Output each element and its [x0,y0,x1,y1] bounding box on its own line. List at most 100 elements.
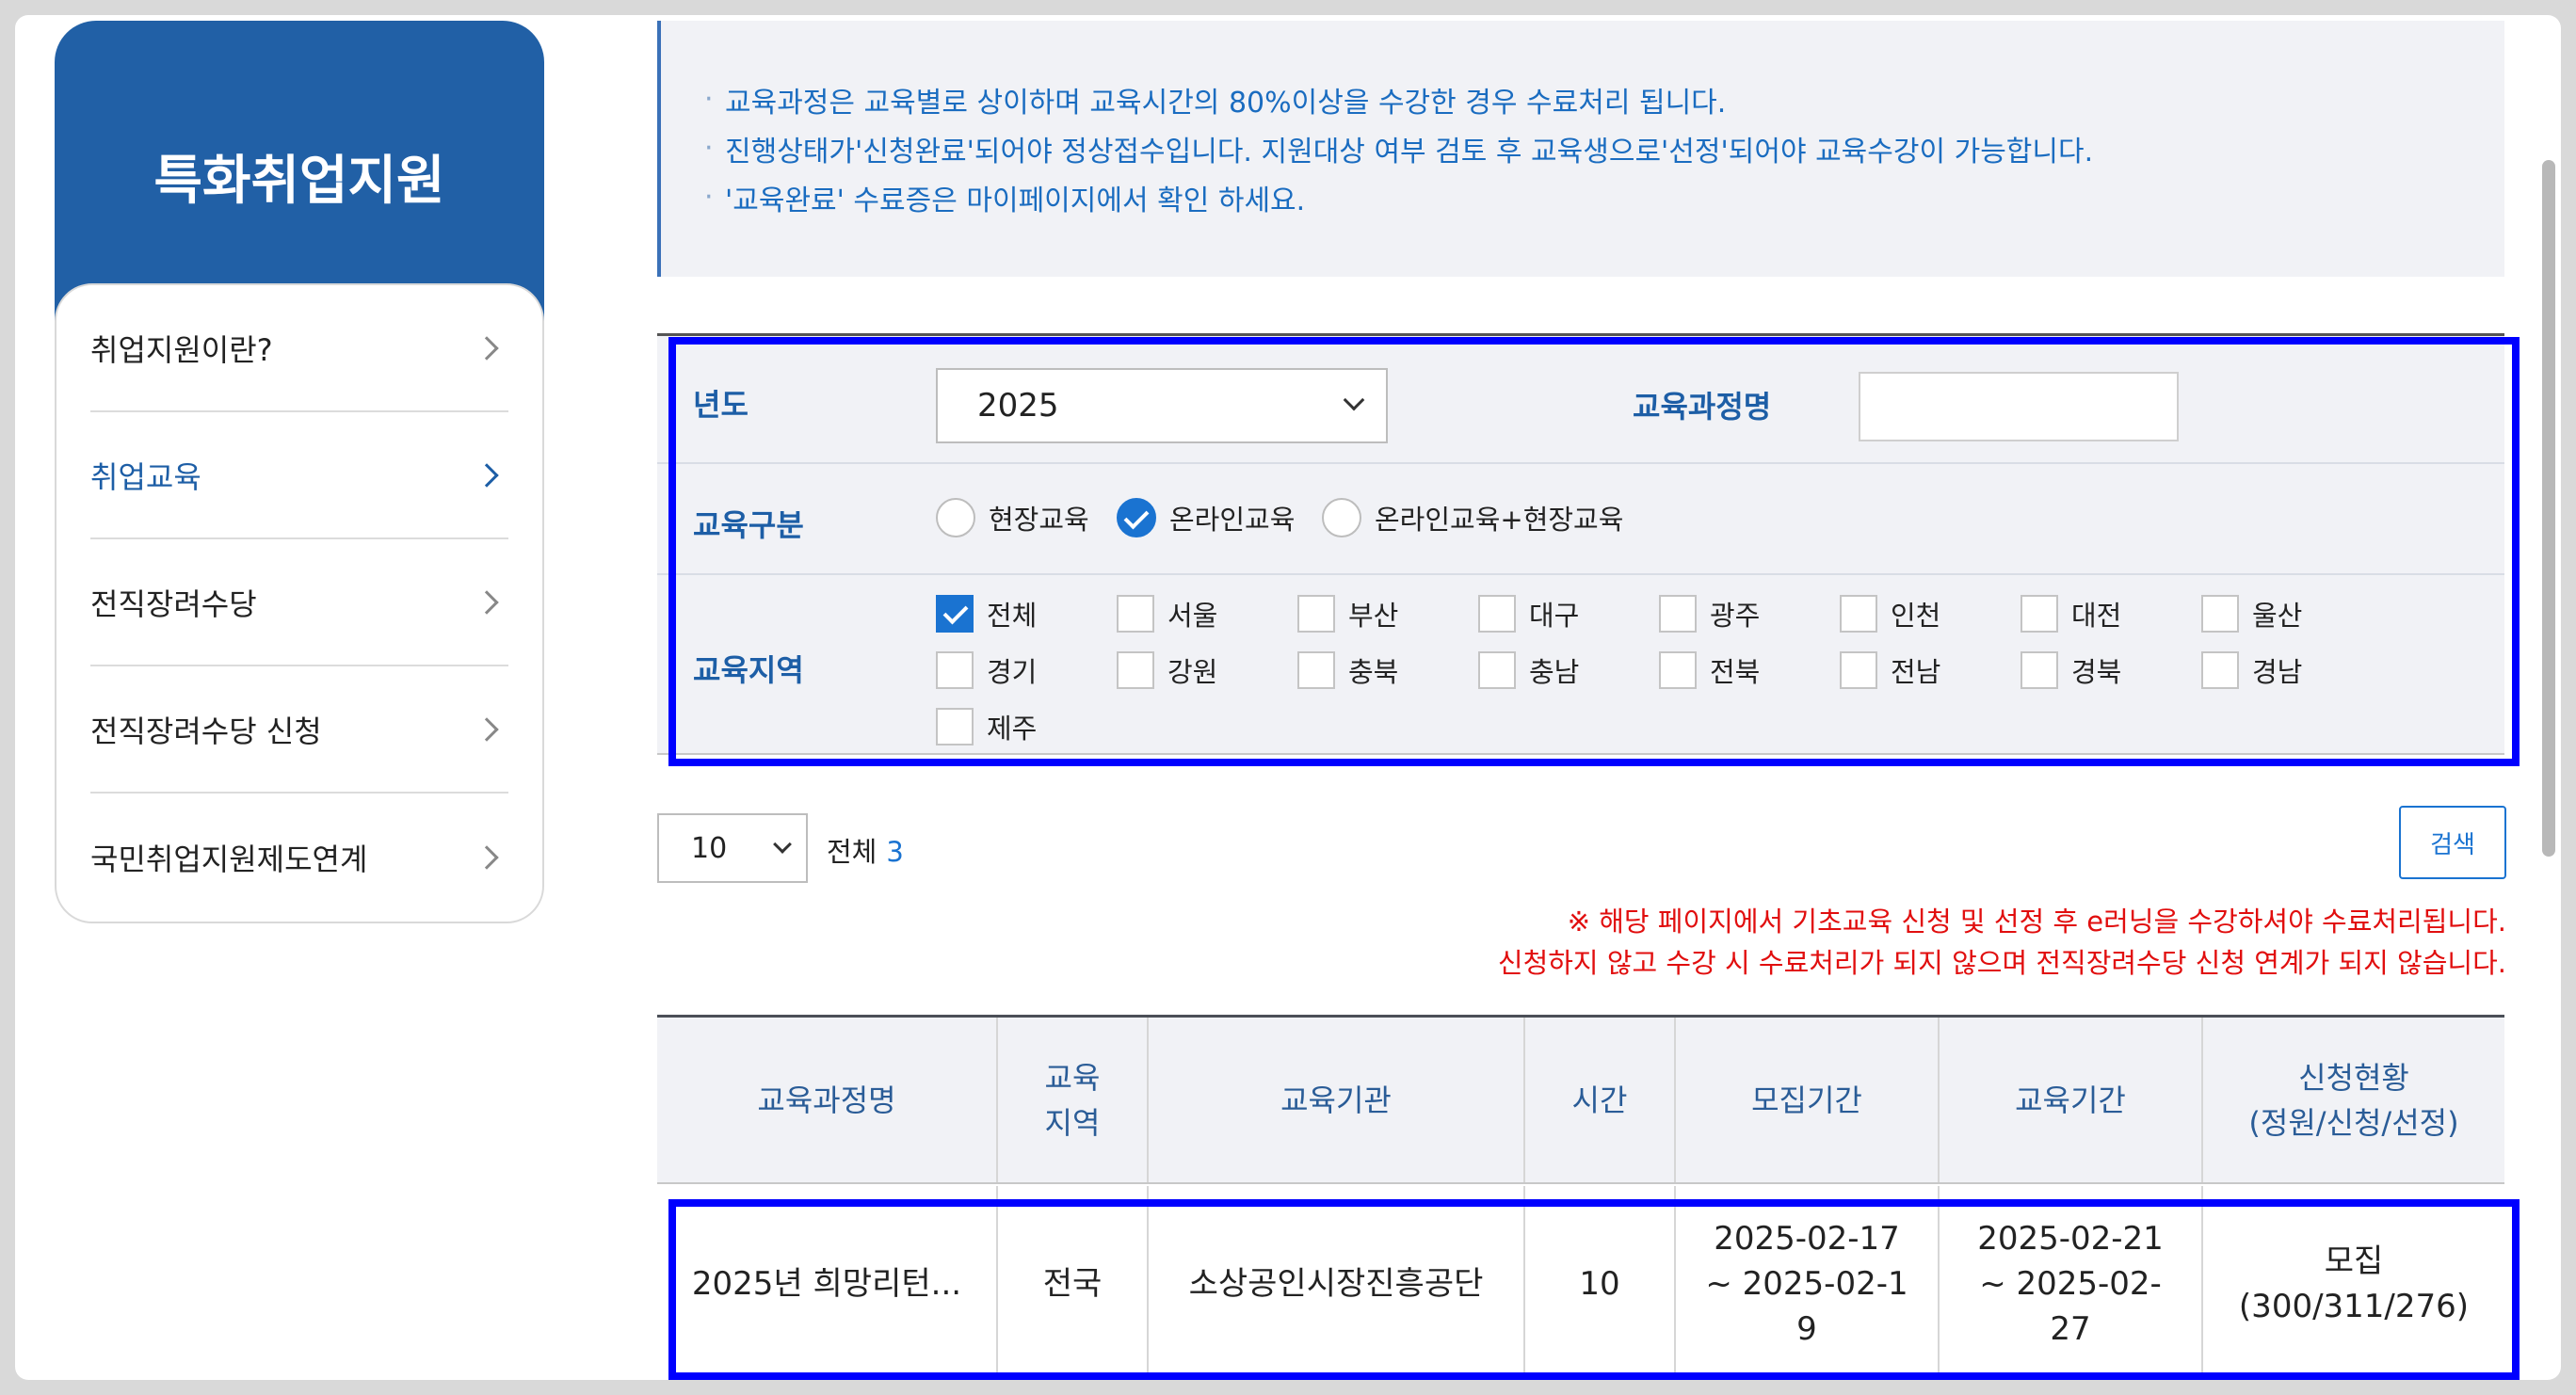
checkbox [1478,595,1516,633]
checkbox [1840,595,1877,633]
radio-circle [936,498,975,537]
header-recruit-period: 모집기간 [1676,1018,1940,1182]
region-checkbox[interactable]: 충남 [1478,650,1579,690]
cell-recruit-period: 2025-02-17 ~ 2025-02-1 9 [1676,1186,1940,1380]
checkbox [936,708,974,746]
checkbox-label: 충남 [1529,656,1580,688]
filter-row-year: 년도 2025 교육과정명 [657,336,2504,464]
sidebar-item-national-link[interactable]: 국민취업지원제도연계 [90,794,508,921]
checkbox-label: 강원 [1167,656,1218,688]
sidebar-item-allowance-apply[interactable]: 전직장려수당 신청 [90,666,508,794]
region-checkbox[interactable]: 광주 [1659,594,1760,633]
region-checkbox[interactable]: 강원 [1117,650,1217,690]
filter-row-region: 교육지역 전체 서울 부산 대구 광주 인천 대전 울산 경기 강원 충북 충남… [657,575,2504,758]
course-name-input[interactable] [1859,372,2179,441]
notice-line: 진행상태가'신청완료'되어야 정상접수입니다. 지원대상 여부 검토 후 교육생… [704,124,2504,177]
checkbox-label: 전북 [1710,656,1761,688]
checkbox [936,651,974,689]
header-region: 교육 지역 [998,1018,1149,1182]
header-course-name: 교육과정명 [657,1018,998,1182]
checkbox [1659,651,1697,689]
region-checkbox[interactable]: 대구 [1478,594,1579,633]
cell-hours: 10 [1525,1186,1676,1380]
course-name-link[interactable]: 2025년 희망리턴... [657,1186,998,1380]
region-checkbox[interactable]: 경기 [936,650,1037,690]
cell-edu-period: 2025-02-21 ~ 2025-02- 27 [1940,1186,2203,1380]
region-checkbox[interactable]: 울산 [2201,594,2302,633]
header-status: 신청현황 (정원/신청/선정) [2248,1059,2459,1141]
region-checkbox[interactable]: 충북 [1297,650,1398,690]
checkbox [1117,651,1154,689]
cell-region: 전국 [998,1186,1149,1380]
search-button[interactable]: 검색 [2399,806,2506,879]
region-checkbox[interactable]: 제주 [936,707,1037,746]
total-count: 전체 3 [827,830,904,870]
checkbox-label: 부산 [1348,600,1399,632]
region-checkbox[interactable]: 전남 [1840,650,1940,690]
checkbox-label: 전체 [987,600,1038,632]
sidebar-item-allowance[interactable]: 전직장려수당 [90,539,508,666]
radio-onsite[interactable]: 현장교육 [936,498,1089,537]
region-checkbox[interactable]: 인천 [1840,594,1940,633]
checkbox [2201,651,2239,689]
checkbox-label: 울산 [2252,600,2303,632]
region-checkbox-all[interactable]: 전체 [936,594,1037,633]
sidebar-menu: 취업지원이란? 취업교육 전직장려수당 전직장려수당 신청 국민취업지원제도연계 [55,283,544,923]
chevron-right-icon [475,716,499,742]
notice-line: '교육완료' 수료증은 마이페이지에서 확인 하세요. [704,173,2504,226]
sidebar-item-label: 취업지원이란? [90,331,273,368]
radio-circle [1322,498,1361,537]
checkbox [2021,595,2058,633]
checkbox [1117,595,1154,633]
sidebar-item-about[interactable]: 취업지원이란? [90,285,508,412]
radio-online-onsite[interactable]: 온라인교육+현장교육 [1322,498,1623,537]
region-label: 교육지역 [693,652,804,688]
sidebar-item-label: 전직장려수당 신청 [90,713,322,749]
search-filter: 년도 2025 교육과정명 교육구분 현장교육 온라인교육 온라인교육+현장교육… [657,333,2504,755]
warning-text: ※ 해당 페이지에서 기초교육 신청 및 선정 후 e러닝을 수강하셔야 수료처… [1567,906,2506,938]
institution-link[interactable]: 소상공인시장진흥공단 [1149,1186,1525,1380]
checkbox-label: 전남 [1891,656,1941,688]
region-checkbox[interactable]: 경북 [2021,650,2121,690]
region-checkbox[interactable]: 경남 [2201,650,2302,690]
type-label: 교육구분 [693,507,804,543]
total-label: 전체 [827,836,877,868]
sidebar-item-label: 취업교육 [90,458,201,495]
chevron-down-icon [1343,389,1365,411]
table-row: 2025년 희망리턴... 전국 소상공인시장진흥공단 10 2025-02-1… [657,1186,2504,1380]
scrollbar-thumb[interactable] [2542,160,2555,857]
checkbox-label: 광주 [1710,600,1761,632]
radio-label: 온라인교육 [1169,504,1296,536]
checkbox [2201,595,2239,633]
cell-status: 모집 (300/311/276) [2238,1243,2470,1325]
checkbox [1297,595,1335,633]
region-checkbox[interactable]: 대전 [2021,594,2121,633]
sidebar-item-label: 전직장려수당 [90,585,257,622]
browser-frame: 특화취업지원 취업지원이란? 취업교육 전직장려수당 전직장려수당 신청 국민취… [15,15,2561,1380]
checkbox-label: 제주 [987,713,1038,745]
checkbox-label: 서울 [1167,600,1218,632]
radio-online[interactable]: 온라인교육 [1117,498,1295,537]
region-checkbox[interactable]: 서울 [1117,594,1217,633]
page-size-select[interactable]: 10 [657,813,808,883]
radio-label: 온라인교육+현장교육 [1375,504,1624,536]
checkbox-label: 인천 [1891,600,1941,632]
chevron-right-icon [475,844,499,870]
notice-line: 교육과정은 교육별로 상이하며 교육시간의 80%이상을 수강한 경우 수료처리… [704,75,2504,128]
checkbox [1659,595,1697,633]
warning-text: 신청하지 않고 수강 시 수료처리가 되지 않으며 전직장려수당 신청 연계가 … [1497,947,2506,979]
sidebar-item-label: 국민취업지원제도연계 [90,841,368,877]
checkbox-label: 경북 [2071,656,2122,688]
checkbox-checked [936,595,974,633]
region-checkbox[interactable]: 전북 [1659,650,1760,690]
checkbox [1840,651,1877,689]
chevron-down-icon [773,835,792,854]
chevron-right-icon [475,335,499,361]
checkbox-label: 경기 [987,656,1038,688]
checkbox [2021,651,2058,689]
header-edu-period: 교육기간 [1940,1018,2203,1182]
year-label: 년도 [693,387,749,423]
region-checkbox[interactable]: 부산 [1297,594,1398,633]
year-select[interactable]: 2025 [936,368,1388,443]
sidebar-item-education[interactable]: 취업교육 [90,412,508,539]
